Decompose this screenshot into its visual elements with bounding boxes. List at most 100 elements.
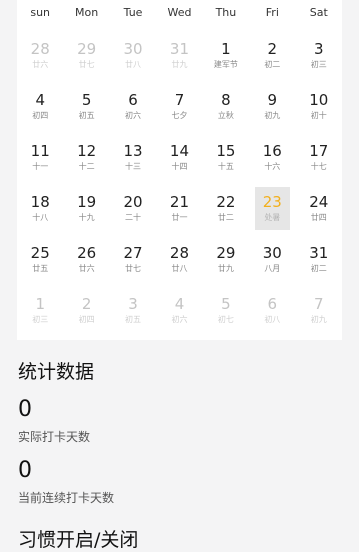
day-number: 22 xyxy=(216,193,236,211)
actual-days-label: 实际打卡天数 xyxy=(18,430,91,444)
calendar-day[interactable]: 3 初五 xyxy=(110,293,156,344)
day-lunar-label: 初四 xyxy=(32,111,49,120)
weekday-wed: Wed xyxy=(167,6,192,19)
calendar-day[interactable]: 5 初七 xyxy=(203,293,249,344)
calendar-day[interactable]: 12 十二 xyxy=(63,140,109,191)
day-lunar-label: 初六 xyxy=(125,111,142,120)
calendar-week-row: 25 廿五 26 廿六 27 廿七 28 廿八 29 廿九 30 八月 31 初二 xyxy=(17,242,342,293)
day-number: 23 xyxy=(262,193,282,211)
day-number: 7 xyxy=(313,295,324,313)
weekday-sun: sun xyxy=(30,6,51,19)
calendar-day[interactable]: 10 初十 xyxy=(296,89,342,140)
calendar-day[interactable]: 26 廿六 xyxy=(63,242,109,293)
calendar-day[interactable]: 31 初二 xyxy=(296,242,342,293)
calendar-day[interactable]: 2 初二 xyxy=(249,38,295,89)
calendar-day[interactable]: 21 廿一 xyxy=(156,191,202,242)
day-lunar-label: 廿一 xyxy=(171,213,188,222)
day-number: 16 xyxy=(262,142,282,160)
day-number: 2 xyxy=(267,40,278,58)
calendar-grid: 28 廿六 29 廿七 30 廿八 31 廿九 1 建军节 2 初二 3 初三 4 初四 5 初五 6 初六 7 七夕 8 立… xyxy=(17,38,342,344)
day-lunar-label: 初十 xyxy=(310,111,327,120)
calendar-day[interactable]: 28 廿六 xyxy=(17,38,63,89)
calendar-day[interactable]: 16 十六 xyxy=(249,140,295,191)
calendar-day[interactable]: 14 十四 xyxy=(156,140,202,191)
calendar-day[interactable]: 30 廿八 xyxy=(110,38,156,89)
calendar-card: sun Mon Tue Wed Thu Fri Sat 28 廿六 29 廿七 30 廿八… xyxy=(17,0,342,340)
calendar-day[interactable]: 27 廿七 xyxy=(110,242,156,293)
day-number: 4 xyxy=(35,91,45,109)
calendar-day[interactable]: 4 初四 xyxy=(17,89,63,140)
day-lunar-label: 十四 xyxy=(171,162,188,171)
calendar-day[interactable]: 4 初六 xyxy=(156,293,202,344)
calendar-day[interactable]: 24 廿四 xyxy=(296,191,342,242)
calendar-day[interactable]: 15 十五 xyxy=(203,140,249,191)
calendar-day[interactable]: 17 十七 xyxy=(296,140,342,191)
day-number: 8 xyxy=(221,91,231,109)
calendar-day[interactable]: 25 廿五 xyxy=(17,242,63,293)
day-number: 31 xyxy=(309,244,329,262)
calendar-day[interactable]: 1 初三 xyxy=(17,293,63,344)
day-number: 26 xyxy=(77,244,97,262)
day-lunar-label: 十八 xyxy=(32,213,49,222)
calendar-day[interactable]: 5 初五 xyxy=(63,89,109,140)
day-lunar-label: 廿六 xyxy=(32,60,49,69)
streak-days-value: 0 xyxy=(18,458,32,483)
day-number: 20 xyxy=(123,193,143,211)
day-number: 11 xyxy=(30,142,50,160)
calendar-day[interactable]: 13 十三 xyxy=(110,140,156,191)
day-number: 29 xyxy=(216,244,236,262)
day-lunar-label: 初二 xyxy=(310,264,327,273)
day-number: 5 xyxy=(81,91,92,109)
day-lunar-label: 初二 xyxy=(264,60,281,69)
day-number: 1 xyxy=(35,295,45,313)
calendar-day[interactable]: 1 建军节 xyxy=(203,38,249,89)
calendar-day[interactable]: 6 初六 xyxy=(110,89,156,140)
day-lunar-label: 初三 xyxy=(32,315,49,324)
day-lunar-label: 十六 xyxy=(264,162,281,171)
calendar-day[interactable]: 29 廿七 xyxy=(63,38,109,89)
calendar-week-row: 18 十八 19 十九 20 二十 21 廿一 22 廿二 23 处暑 24 廿四 xyxy=(17,187,342,242)
day-lunar-label: 初九 xyxy=(310,315,327,324)
day-number: 7 xyxy=(174,91,185,109)
calendar-day[interactable]: 11 十一 xyxy=(17,140,63,191)
actual-days-value: 0 xyxy=(18,397,32,422)
calendar-day[interactable]: 28 廿八 xyxy=(156,242,202,293)
calendar-day[interactable]: 7 初九 xyxy=(296,293,342,344)
day-number: 1 xyxy=(221,40,231,58)
day-number: 14 xyxy=(169,142,190,160)
calendar-day[interactable]: 7 七夕 xyxy=(156,89,202,140)
calendar-week-row: 1 初三 2 初四 3 初五 4 初六 5 初七 6 初八 7 初九 xyxy=(17,293,342,344)
weekday-thu: Thu xyxy=(215,6,237,19)
day-number: 21 xyxy=(169,193,190,211)
calendar-day[interactable]: 20 二十 xyxy=(110,191,156,242)
calendar-day[interactable]: 9 初九 xyxy=(249,89,295,140)
calendar-day[interactable]: 30 八月 xyxy=(249,242,295,293)
day-number: 3 xyxy=(128,295,138,313)
day-lunar-label: 初五 xyxy=(78,111,95,120)
day-lunar-label: 十九 xyxy=(78,213,95,222)
day-number: 27 xyxy=(123,244,143,262)
calendar-day[interactable]: 18 十八 xyxy=(17,191,63,242)
day-lunar-label: 二十 xyxy=(125,213,142,222)
calendar-day[interactable]: 22 廿二 xyxy=(203,191,249,242)
day-lunar-label: 十一 xyxy=(32,162,49,171)
day-lunar-label: 初三 xyxy=(310,60,327,69)
calendar-day-today[interactable]: 23 处暑 xyxy=(249,187,295,242)
day-number: 28 xyxy=(30,40,50,58)
day-number: 18 xyxy=(30,193,50,211)
day-number: 3 xyxy=(313,40,324,58)
weekday-tue: Tue xyxy=(123,6,143,19)
calendar-day[interactable]: 31 廿九 xyxy=(156,38,202,89)
weekday-header: sun Mon Tue Wed Thu Fri Sat xyxy=(17,0,342,26)
day-number: 5 xyxy=(221,295,231,313)
calendar-day[interactable]: 6 初八 xyxy=(249,293,295,344)
calendar-day[interactable]: 3 初三 xyxy=(296,38,342,89)
calendar-day[interactable]: 2 初四 xyxy=(63,293,109,344)
day-lunar-label: 廿八 xyxy=(125,60,142,69)
day-number: 12 xyxy=(77,142,97,160)
day-lunar-label: 建军节 xyxy=(213,60,238,69)
day-lunar-label: 廿六 xyxy=(78,264,95,273)
calendar-day[interactable]: 8 立秋 xyxy=(203,89,249,140)
calendar-day[interactable]: 29 廿九 xyxy=(203,242,249,293)
calendar-day[interactable]: 19 十九 xyxy=(63,191,109,242)
